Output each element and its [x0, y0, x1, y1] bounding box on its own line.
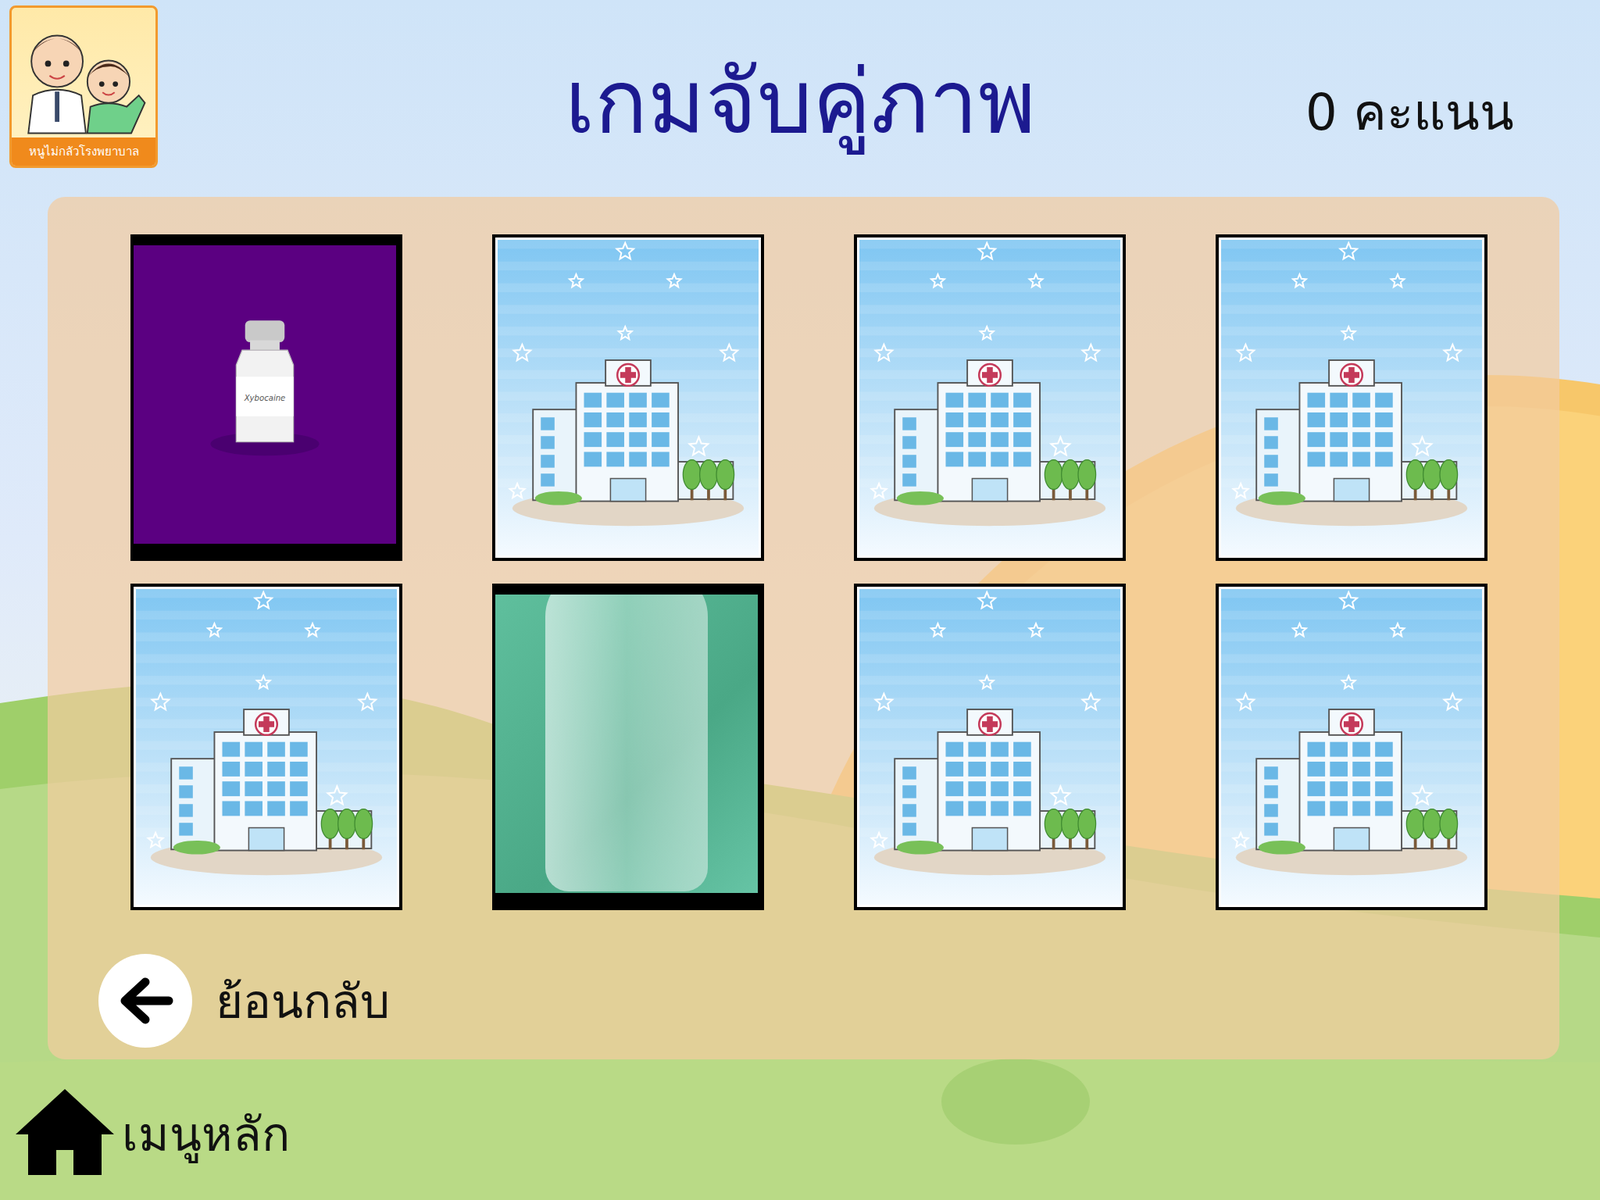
- game-title: เกมจับคู่ภาพ: [328, 56, 1272, 149]
- card-grid: Xybocaine: [130, 234, 1560, 911]
- card[interactable]: [1215, 234, 1488, 561]
- card[interactable]: [130, 583, 403, 911]
- vial-label: Xybocaine: [243, 393, 286, 403]
- game-panel: Xybocaine ย้อนกลับ: [47, 196, 1560, 1060]
- doctor-kid-icon: [11, 7, 156, 138]
- logo-area: หนูไม่กลัวโรงพยาบาล: [0, 0, 329, 168]
- card[interactable]: [1215, 583, 1488, 911]
- header: หนูไม่กลัวโรงพยาบาล เกมจับคู่ภาพ0 คะแนน: [0, 0, 1600, 197]
- back-label[interactable]: ย้อนกลับ: [215, 964, 390, 1039]
- card-back: [497, 239, 759, 556]
- vial-icon: Xybocaine: [133, 245, 397, 544]
- hospital-icon: [859, 239, 1121, 556]
- hospital-icon: [1221, 589, 1483, 905]
- card-back: [135, 589, 397, 905]
- home-label[interactable]: เมนูหลัก: [121, 1096, 290, 1172]
- card-back: [1221, 239, 1483, 556]
- card[interactable]: [853, 234, 1126, 561]
- hospital-icon: [135, 589, 397, 905]
- card-back: [859, 239, 1121, 556]
- card[interactable]: Xybocaine: [130, 234, 403, 561]
- hospital-icon: [1221, 239, 1483, 556]
- hospital-icon: [497, 239, 759, 556]
- logo-text: หนูไม่กลัวโรงพยาบาล: [11, 137, 156, 166]
- card[interactable]: [853, 583, 1126, 911]
- back-arrow-icon[interactable]: [98, 953, 193, 1048]
- hospital-icon: [859, 589, 1121, 905]
- back-button[interactable]: ย้อนกลับ: [98, 953, 1560, 1048]
- card-front: Xybocaine: [133, 245, 397, 544]
- card-back: [1221, 589, 1483, 905]
- home-button[interactable]: เมนูหลัก: [12, 1085, 1600, 1182]
- home-icon[interactable]: [12, 1085, 118, 1182]
- score: 0 คะแนน: [1271, 71, 1600, 152]
- card[interactable]: [492, 234, 765, 561]
- card[interactable]: [492, 583, 765, 911]
- app-logo[interactable]: หนูไม่กลัวโรงพยาบาล: [9, 5, 158, 168]
- card-back: [859, 589, 1121, 905]
- vial-photo: [495, 594, 758, 893]
